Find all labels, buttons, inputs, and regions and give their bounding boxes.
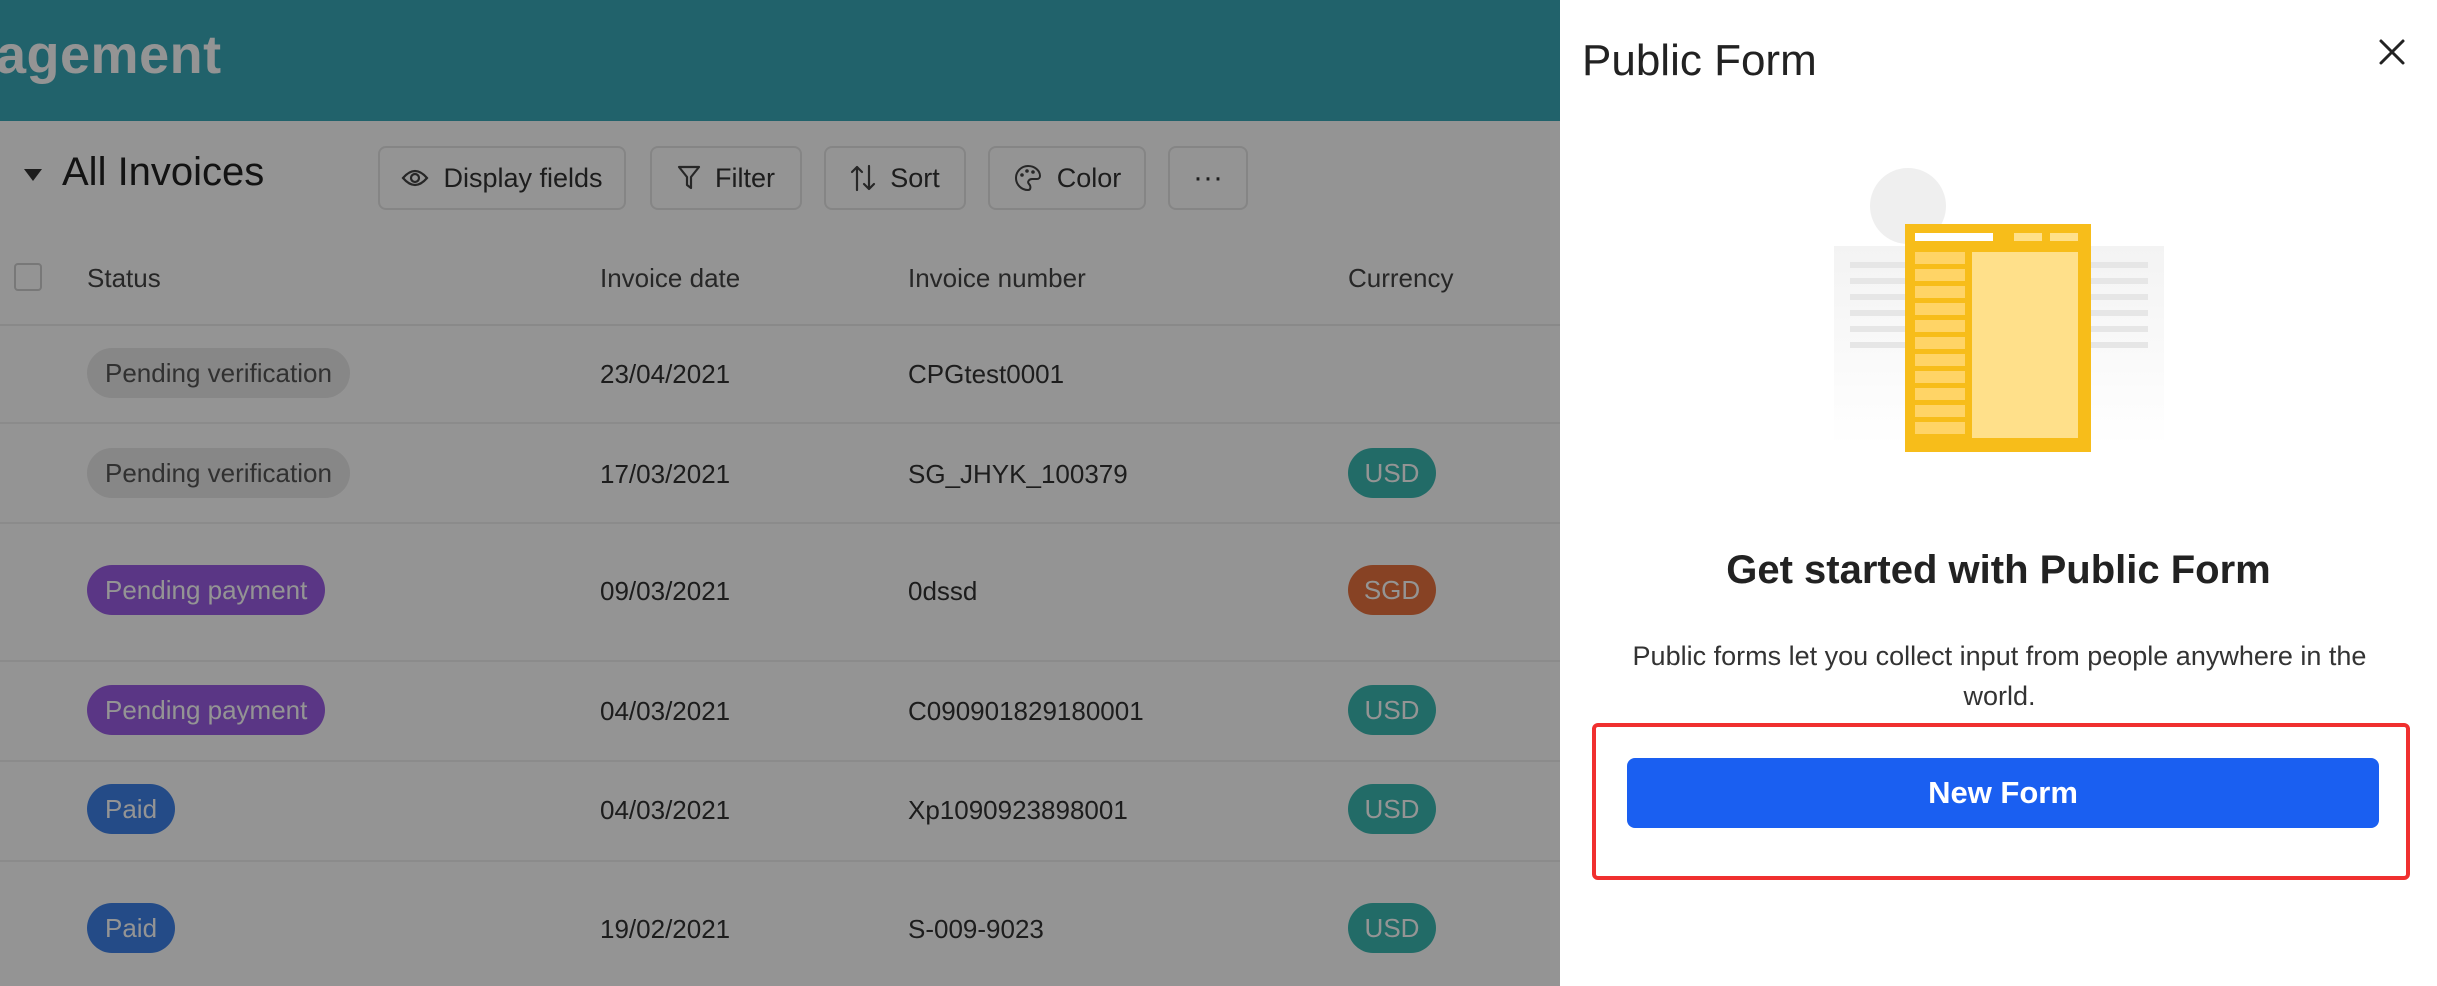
new-form-button[interactable]: New Form [1627,758,2379,828]
public-form-panel: Public Form Get started with Public Form… [1560,0,2437,986]
panel-description: Public forms let you collect input from … [1632,641,2367,711]
panel-title: Public Form [1582,36,1817,85]
background-app: agement All Invoices Display fields Filt… [0,0,1560,986]
modal-backdrop[interactable] [0,0,1560,986]
close-button[interactable] [2372,32,2412,72]
panel-heading: Get started with Public Form [1726,548,2271,592]
form-illustration [1834,168,2164,452]
close-icon [2379,39,2405,65]
